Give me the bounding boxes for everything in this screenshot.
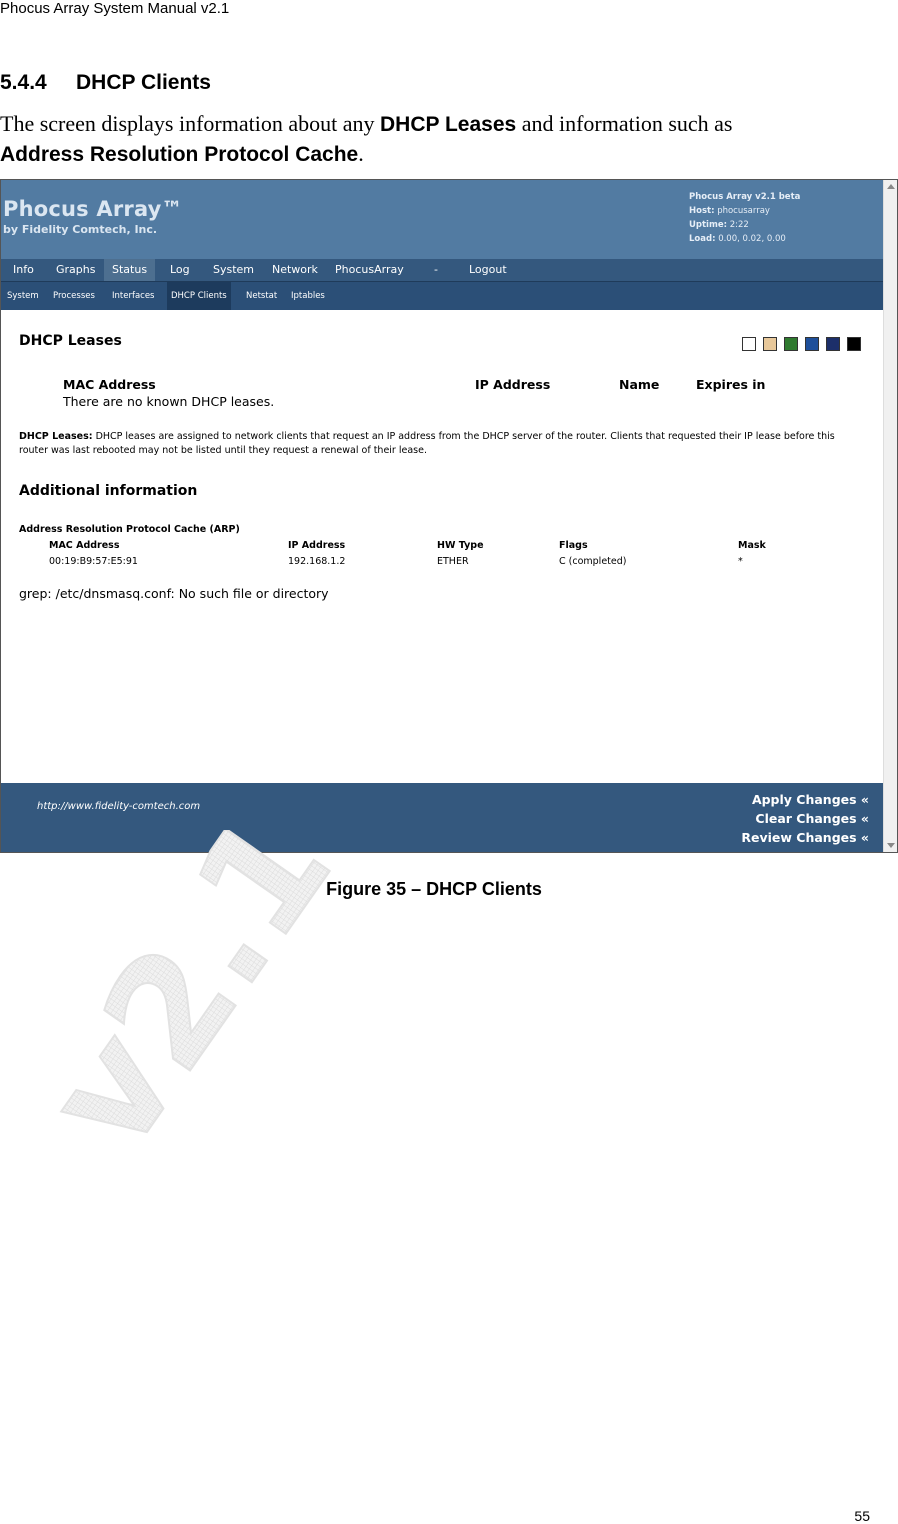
intro-bold-arp-cache: Address Resolution Protocol Cache xyxy=(0,143,359,166)
grep-error-message: grep: /etc/dnsmasq.conf: No such file or… xyxy=(19,586,329,601)
theme-swatch-blue[interactable] xyxy=(805,337,819,351)
sysinfo-load-label: Load: xyxy=(689,234,716,244)
section-title: DHCP Clients xyxy=(76,71,211,94)
figure-caption: Figure 35 – DHCP Clients xyxy=(326,879,542,899)
app-logo-title: Phocus Array™ xyxy=(3,197,183,221)
arp-cell-hwtype: ETHER xyxy=(437,556,469,567)
document-header: Phocus Array System Manual v2.1 xyxy=(0,0,230,17)
footer-url-link[interactable]: http://www.fidelity-comtech.com xyxy=(37,801,200,812)
intro-bold-dhcp-leases: DHCP Leases xyxy=(380,113,517,136)
intro-paragraph: The screen displays information about an… xyxy=(0,109,880,169)
apply-changes-link[interactable]: Apply Changes « xyxy=(752,792,869,807)
review-changes-link[interactable]: Review Changes « xyxy=(741,830,869,845)
arp-col-mask: Mask xyxy=(738,540,766,551)
sysinfo-uptime: 2:22 xyxy=(729,220,749,230)
app-footer: http://www.fidelity-comtech.com Apply Ch… xyxy=(1,783,883,852)
nav-log[interactable]: Log xyxy=(170,259,190,281)
theme-swatch-green[interactable] xyxy=(784,337,798,351)
sysinfo-version: Phocus Array v2.1 beta xyxy=(689,192,801,202)
subnav-netstat[interactable]: Netstat xyxy=(246,282,277,310)
intro-text-2: and information such as xyxy=(516,111,733,136)
additional-info-heading: Additional information xyxy=(19,483,198,499)
nav-network[interactable]: Network xyxy=(272,259,318,281)
dhcp-leases-heading: DHCP Leases xyxy=(19,333,122,349)
scroll-down-icon[interactable] xyxy=(887,843,895,848)
theme-swatch-black[interactable] xyxy=(847,337,861,351)
scroll-up-icon[interactable] xyxy=(887,184,895,189)
subnav-iptables[interactable]: Iptables xyxy=(291,282,325,310)
dhcp-note-text: DHCP leases are assigned to network clie… xyxy=(19,431,835,456)
intro-text-1: The screen displays information about an… xyxy=(0,111,381,136)
arp-cell-mac: 00:19:B9:57:E5:91 xyxy=(49,556,138,567)
nav-logout[interactable]: Logout xyxy=(469,259,507,281)
theme-swatch-navy[interactable] xyxy=(826,337,840,351)
system-info: Phocus Array v2.1 beta Host: phocusarray… xyxy=(689,190,800,246)
arp-col-hwtype: HW Type xyxy=(437,540,484,551)
arp-cell-ip: 192.168.1.2 xyxy=(288,556,346,567)
app-banner: Phocus Array™ by Fidelity Comtech, Inc. … xyxy=(1,180,883,259)
subnav-dhcp-clients[interactable]: DHCP Clients xyxy=(167,282,231,310)
dhcp-col-ip: IP Address xyxy=(475,377,551,392)
app-logo-subtitle: by Fidelity Comtech, Inc. xyxy=(3,223,158,236)
dhcp-col-mac: MAC Address xyxy=(63,377,156,392)
arp-col-ip: IP Address xyxy=(288,540,346,551)
nav-phocusarray[interactable]: PhocusArray xyxy=(335,259,404,281)
dhcp-note-label: DHCP Leases: xyxy=(19,431,93,442)
section-heading: 5.4.4 DHCP Clients xyxy=(0,71,211,95)
subnav-system[interactable]: System xyxy=(7,282,39,310)
nav-graphs[interactable]: Graphs xyxy=(56,259,95,281)
version-watermark: v2.1 xyxy=(40,830,366,1150)
sysinfo-load: 0.00, 0.02, 0.00 xyxy=(718,234,786,244)
subnav-processes[interactable]: Processes xyxy=(53,282,95,310)
dhcp-note: DHCP Leases: DHCP leases are assigned to… xyxy=(19,430,839,458)
sysinfo-host: phocusarray xyxy=(717,206,770,216)
nav-separator: - xyxy=(434,263,438,276)
theme-swatch-tan[interactable] xyxy=(763,337,777,351)
sysinfo-uptime-label: Uptime: xyxy=(689,220,727,230)
dhcp-empty-message: There are no known DHCP leases. xyxy=(63,394,275,409)
nav-system[interactable]: System xyxy=(213,259,254,281)
nav-status[interactable]: Status xyxy=(104,259,156,281)
theme-swatch-white[interactable] xyxy=(742,337,756,351)
dhcp-col-expires: Expires in xyxy=(696,377,766,392)
dhcp-col-name: Name xyxy=(619,377,660,392)
sub-nav: System Processes Interfaces DHCP Clients… xyxy=(1,281,883,310)
arp-cell-mask: * xyxy=(738,556,743,567)
vertical-scrollbar[interactable] xyxy=(883,180,897,852)
subnav-interfaces[interactable]: Interfaces xyxy=(112,282,154,310)
screenshot-frame: Phocus Array™ by Fidelity Comtech, Inc. … xyxy=(0,179,898,853)
clear-changes-link[interactable]: Clear Changes « xyxy=(755,811,869,826)
arp-col-flags: Flags xyxy=(559,540,588,551)
nav-info[interactable]: Info xyxy=(13,259,34,281)
arp-col-mac: MAC Address xyxy=(49,540,120,551)
main-nav: Info Graphs Status Log System Network Ph… xyxy=(1,259,883,281)
page-number: 55 xyxy=(854,1508,870,1524)
arp-cell-flags: C (completed) xyxy=(559,556,627,567)
arp-title: Address Resolution Protocol Cache (ARP) xyxy=(19,524,240,535)
section-number: 5.4.4 xyxy=(0,71,47,94)
sysinfo-host-label: Host: xyxy=(689,206,715,216)
watermark-text: v2.1 xyxy=(40,830,365,1150)
intro-text-end: . xyxy=(358,141,364,166)
